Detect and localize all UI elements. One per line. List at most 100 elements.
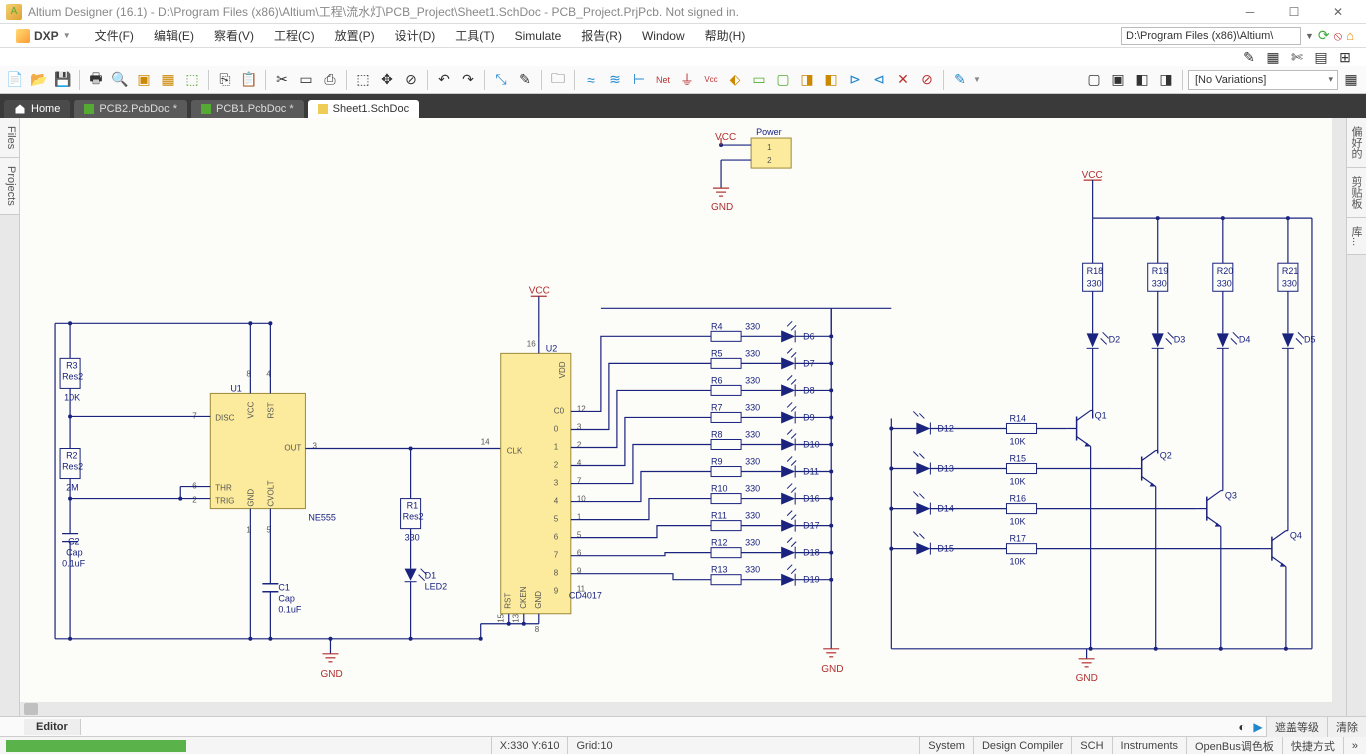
svg-text:CD4017: CD4017 [569,591,602,601]
filter-icon[interactable]: ▶ [1250,719,1266,735]
businterface-icon[interactable]: ⊢ [628,69,650,91]
sheet-icon[interactable]: ▣ [133,69,155,91]
gnd-place-icon[interactable]: ⏚ [676,69,698,91]
dxp-button[interactable]: DXP ▼ [6,27,81,45]
harness-icon[interactable]: ⊳ [844,69,866,91]
rubber-icon[interactable]: ▭ [295,69,317,91]
sheet-symbol-icon[interactable]: ▢ [772,69,794,91]
tab-pcb2[interactable]: PCB2.PcbDoc * [74,100,187,118]
variations-dropdown[interactable]: [No Variations] [1188,70,1338,90]
t4-icon[interactable]: ◨ [1155,69,1177,91]
power-connector: Power 1 2 VCC GND [711,127,791,213]
wire-icon[interactable]: ≈ [580,69,602,91]
annotate-icon[interactable]: ✎ [514,69,536,91]
t1-icon[interactable]: ▢ [1083,69,1105,91]
undo-icon[interactable]: ↶ [433,69,455,91]
minimize-button[interactable]: ─ [1228,0,1272,24]
signal-harness-icon[interactable]: ⊲ [868,69,890,91]
new-icon[interactable]: 📄 [4,69,26,91]
panel-openbus[interactable]: OpenBus调色板 [1186,737,1282,754]
panel-tab-favorites[interactable]: 偏好的 [1347,118,1366,168]
grid-toggle-icon[interactable]: ▤ [1310,46,1332,68]
head-up-icon[interactable]: ◐ [1234,719,1250,735]
svg-text:2: 2 [192,496,197,505]
sheet-entry-icon[interactable]: ◨ [796,69,818,91]
move-icon[interactable]: ✥ [376,69,398,91]
netlabel-icon[interactable]: Net [652,69,674,91]
open-icon[interactable]: 📂 [28,69,50,91]
layers-icon[interactable]: ▦ [1262,46,1284,68]
menu-window[interactable]: Window [632,26,695,46]
panel-designcompiler[interactable]: Design Compiler [973,737,1071,754]
t3-icon[interactable]: ◧ [1131,69,1153,91]
tab-pcb1[interactable]: PCB1.PcbDoc * [191,100,304,118]
part-icon[interactable]: ▭ [748,69,770,91]
tab-sheet1[interactable]: Sheet1.SchDoc [308,100,419,118]
schematic-canvas[interactable]: Power 1 2 VCC GND VCC U1 NE555 DISC THR [20,118,1346,716]
horizontal-scrollbar[interactable] [20,702,1332,716]
editor-tab[interactable]: Editor [24,719,81,735]
menu-file[interactable]: 文件(F) [85,24,144,47]
menu-help[interactable]: 帮助(H) [695,24,756,47]
menu-place[interactable]: 放置(P) [325,24,385,47]
menu-view[interactable]: 察看(V) [204,24,264,47]
pen-icon[interactable]: ✎ [1238,46,1260,68]
panel-instruments[interactable]: Instruments [1112,737,1186,754]
mask-level-button[interactable]: 遮盖等级 [1266,717,1327,737]
path-input[interactable]: D:\Program Files (x86)\Altium\ [1121,27,1301,45]
menu-simulate[interactable]: Simulate [505,26,572,46]
panel-toggle-icon[interactable]: » [1343,737,1366,754]
vertical-scrollbar[interactable] [1332,118,1346,702]
panel-tab-projects[interactable]: Projects [0,158,19,215]
device-sheet-icon[interactable]: ◧ [820,69,842,91]
menu-report[interactable]: 报告(R) [571,24,632,47]
svg-text:U2: U2 [546,343,558,353]
bus-icon[interactable]: ≋ [604,69,626,91]
print-icon[interactable]: 🖶 [85,69,107,91]
panel-system[interactable]: System [919,737,973,754]
select-icon[interactable]: ⬚ [352,69,374,91]
zoom-icon[interactable]: 🔍 [109,69,131,91]
menu-design[interactable]: 设计(D) [385,24,446,47]
highlight-icon[interactable]: ✎ [949,69,971,91]
paste-icon[interactable]: 📋 [238,69,260,91]
panel-tab-files[interactable]: Files [0,118,19,158]
maximize-button[interactable]: ☐ [1272,0,1316,24]
cut2-icon[interactable]: ✂ [271,69,293,91]
redo-icon[interactable]: ↷ [457,69,479,91]
grid-icon[interactable]: ▦ [1340,69,1362,91]
noer-icon[interactable]: ✕ [892,69,914,91]
menu-edit[interactable]: 编辑(E) [144,24,204,47]
panel-tab-clipboard[interactable]: 剪贴板 [1347,168,1366,218]
hierarchy-icon[interactable]: ⬚ [181,69,203,91]
tab-home[interactable]: Home [4,100,70,118]
browse-icon[interactable]: 🗀 [547,69,569,91]
snap-icon[interactable]: ⊞ [1334,46,1356,68]
svg-text:R7: R7 [711,402,723,412]
deselect-icon[interactable]: ⊘ [400,69,422,91]
compile-icon[interactable]: ▦ [157,69,179,91]
cross-probe-icon[interactable]: ⤡ [490,69,512,91]
stamp-icon[interactable]: ⎙ [319,69,341,91]
copy-icon[interactable]: ⎘ [214,69,236,91]
svg-text:3: 3 [577,422,582,431]
close-button[interactable]: ✕ [1316,0,1360,24]
clear-button[interactable]: 清除 [1327,717,1366,737]
nav-refresh-icon[interactable]: ⟳ [1318,27,1330,44]
save-icon[interactable]: 💾 [52,69,74,91]
port-icon[interactable]: ⬖ [724,69,746,91]
svg-text:RST: RST [266,402,275,418]
directives-icon[interactable]: ⊘ [916,69,938,91]
menu-tools[interactable]: 工具(T) [445,24,504,47]
nav-stop-icon[interactable]: ⦸ [1334,28,1342,44]
vcc-place-icon[interactable]: Vcc [700,69,722,91]
nav-home-icon[interactable]: ⌂ [1346,28,1354,43]
t2-icon[interactable]: ▣ [1107,69,1129,91]
menu-project[interactable]: 工程(C) [264,24,325,47]
svg-text:9: 9 [577,567,582,576]
panel-shortcuts[interactable]: 快捷方式 [1282,737,1343,754]
svg-text:R6: R6 [711,375,723,385]
cut-icon[interactable]: ✄ [1286,46,1308,68]
panel-sch[interactable]: SCH [1071,737,1111,754]
panel-tab-library[interactable]: 库... [1347,218,1366,255]
